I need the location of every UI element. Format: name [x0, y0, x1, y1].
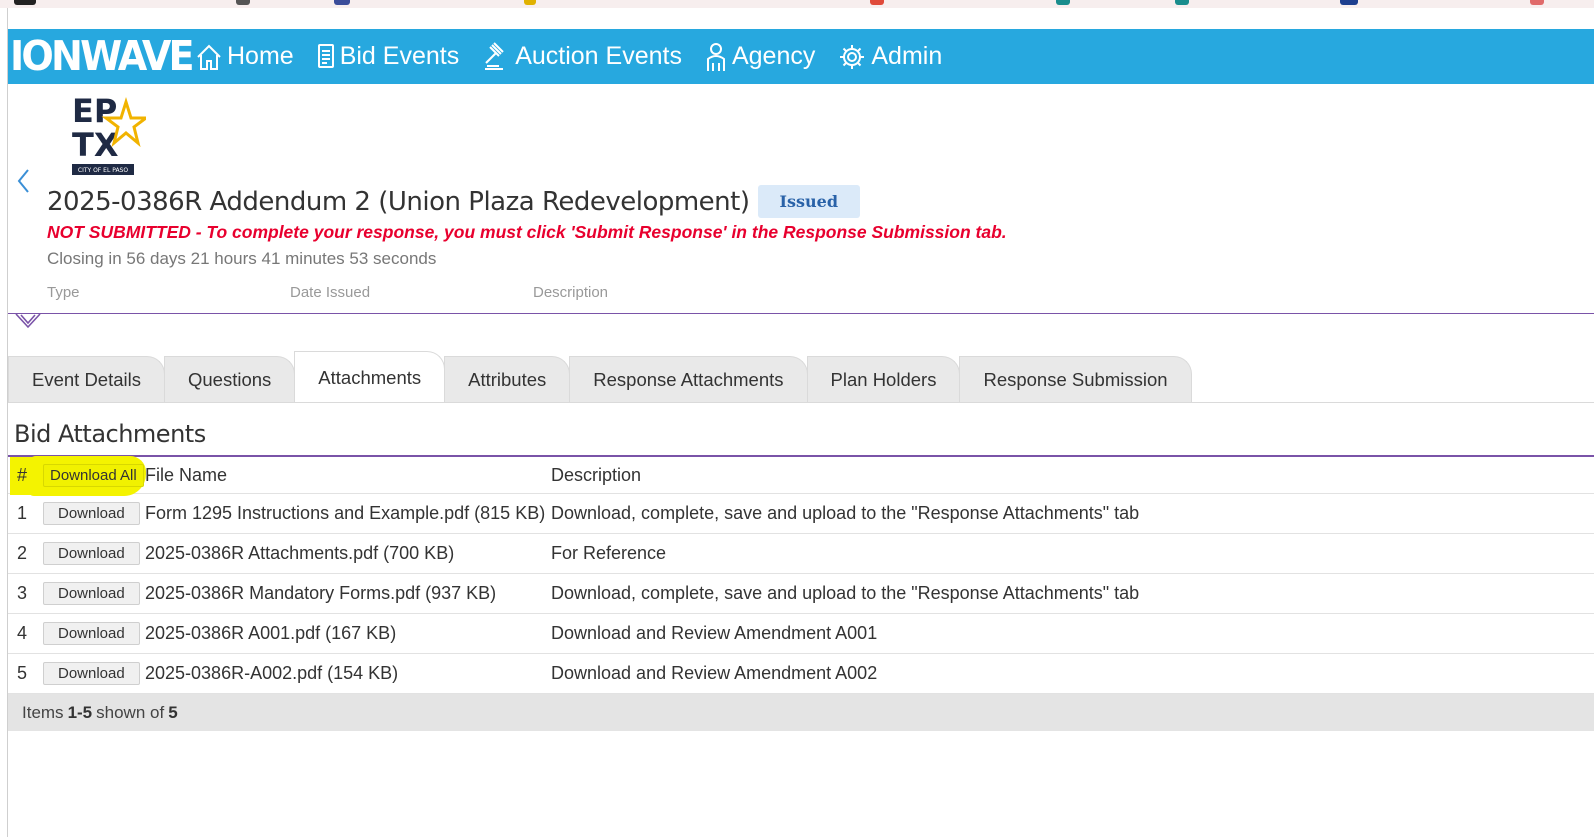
top-navbar: IONWAVE Home Bid Events Auction Events A… [8, 29, 1594, 84]
table-footer: Items 1-5 shown of 5 [8, 694, 1594, 731]
nav-agency[interactable]: Agency [704, 41, 815, 73]
nav-auction-events-label: Auction Events [515, 42, 682, 70]
event-title-row: 2025-0386R Addendum 2 (Union Plaza Redev… [47, 185, 860, 218]
table-row: 1 Download Form 1295 Instructions and Ex… [8, 494, 1594, 534]
file-description: Download, complete, save and upload to t… [551, 503, 1140, 523]
file-description: Download, complete, save and upload to t… [551, 583, 1140, 603]
footer-middle: shown of [96, 702, 165, 722]
header-description: Description [551, 464, 642, 485]
file-description: Download and Review Amendment A002 [551, 663, 878, 683]
nav-admin[interactable]: Admin [837, 42, 942, 72]
tab-plan-holders[interactable]: Plan Holders [806, 356, 961, 403]
table-row: 4 Download 2025-0386R A001.pdf (167 KB) … [8, 614, 1594, 654]
download-button[interactable]: Download [43, 502, 140, 525]
footer-total: 5 [168, 702, 178, 722]
bookmarks-bar-edge [0, 0, 1594, 8]
footer-range: 1-5 [67, 702, 93, 722]
tab-attachments[interactable]: Attachments [294, 351, 446, 403]
download-button[interactable]: Download [43, 662, 140, 685]
tab-event-details[interactable]: Event Details [8, 356, 165, 403]
section-title: Bid Attachments [14, 420, 206, 448]
table-header: # Download All File Name Description [8, 456, 1594, 496]
footer-prefix: Items [22, 702, 64, 722]
tabs-divider [8, 402, 1594, 403]
nav-admin-label: Admin [871, 42, 943, 70]
nav-home[interactable]: Home [195, 42, 294, 72]
table-row: 3 Download 2025-0386R Mandatory Forms.pd… [8, 574, 1594, 614]
file-name: 2025-0386R Mandatory Forms.pdf (937 KB) [145, 583, 497, 603]
gear-icon [840, 44, 865, 69]
meta-label-description: Description [533, 284, 609, 301]
nav-auction-events[interactable]: Auction Events [481, 41, 682, 72]
row-num: 5 [17, 663, 28, 683]
document-icon [317, 43, 334, 68]
event-tabs: Event Details Questions Attachments Attr… [8, 351, 1192, 403]
nav-bid-events-label: Bid Events [339, 42, 460, 70]
attachments-table: # Download All File Name Description 1 D… [8, 456, 1594, 694]
ionwave-logo[interactable]: IONWAVE [10, 29, 195, 84]
download-all-button[interactable]: Download All [43, 463, 144, 487]
table-row: 2 Download 2025-0386R Attachments.pdf (7… [8, 534, 1594, 574]
gavel-icon [485, 41, 504, 70]
download-button[interactable]: Download [43, 622, 140, 645]
tab-attributes[interactable]: Attributes [444, 356, 571, 403]
row-num: 1 [17, 503, 28, 523]
closing-countdown: Closing in 56 days 21 hours 41 minutes 5… [47, 249, 437, 268]
back-chevron-icon[interactable] [14, 166, 34, 196]
meta-label-date-issued: Date Issued [290, 284, 371, 301]
meta-label-type: Type [47, 284, 80, 301]
expand-chevron-icon[interactable] [15, 313, 41, 329]
download-button[interactable]: Download [43, 582, 140, 605]
meta-divider [8, 313, 1594, 314]
nav-agency-label: Agency [731, 42, 816, 70]
table-row: 5 Download 2025-0386R-A002.pdf (154 KB) … [8, 654, 1594, 694]
row-num: 3 [17, 583, 28, 603]
row-num: 4 [17, 623, 28, 643]
svg-text:TX: TX [72, 126, 119, 164]
city-of-el-paso-logo: EP TX CITY OF EL PASO [72, 92, 146, 175]
download-button[interactable]: Download [43, 542, 140, 565]
not-submitted-warning: NOT SUBMITTED - To complete your respons… [47, 222, 1007, 242]
svg-text:EP: EP [72, 92, 117, 130]
file-description: Download and Review Amendment A001 [551, 623, 878, 643]
file-description: For Reference [551, 543, 667, 563]
status-badge: Issued [757, 185, 860, 218]
file-name: 2025-0386R A001.pdf (167 KB) [145, 623, 397, 643]
home-icon [197, 44, 221, 70]
header-num: # [17, 464, 28, 485]
nav-bid-events[interactable]: Bid Events [316, 42, 460, 72]
tab-response-attachments[interactable]: Response Attachments [569, 356, 808, 403]
header-file-name: File Name [145, 464, 228, 485]
user-icon [706, 42, 725, 71]
tab-questions[interactable]: Questions [164, 356, 296, 403]
file-name: 2025-0386R Attachments.pdf (700 KB) [145, 543, 455, 563]
tab-response-submission[interactable]: Response Submission [959, 356, 1192, 403]
event-title: 2025-0386R Addendum 2 (Union Plaza Redev… [47, 186, 750, 217]
file-name: Form 1295 Instructions and Example.pdf (… [145, 503, 546, 523]
nav-home-label: Home [227, 42, 294, 70]
svg-text:CITY OF EL PASO: CITY OF EL PASO [78, 167, 128, 174]
row-num: 2 [17, 543, 28, 563]
file-name: 2025-0386R-A002.pdf (154 KB) [145, 663, 399, 683]
